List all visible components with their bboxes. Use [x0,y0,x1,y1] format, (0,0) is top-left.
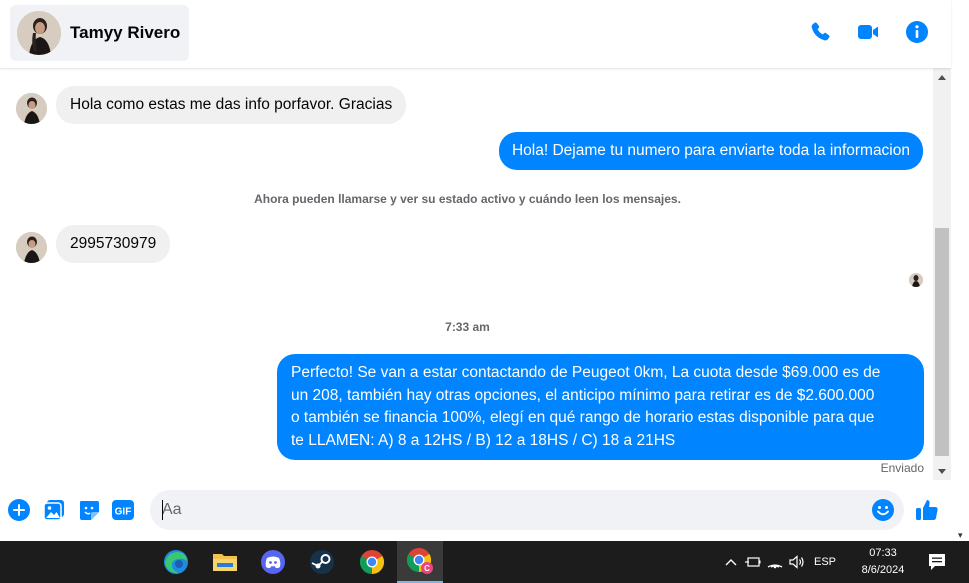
windows-taskbar: C ESP 07:33 8/6/2024 [0,541,969,583]
network-status[interactable] [764,541,786,583]
message-line: te LLAMEN: A) 8 a 12HS / B) 12 a 18HS / … [291,431,676,449]
contact-profile-button[interactable]: Tamyy Rivero [10,5,189,61]
read-receipt-avatar [909,273,923,287]
conversation-header: Tamyy Rivero [0,0,951,68]
phone-call-button[interactable] [807,19,833,45]
more-actions-button[interactable] [7,498,31,522]
gif-label: GIF [115,507,132,518]
resize-caret-icon: ▾ [958,530,963,540]
sticker-button[interactable] [77,498,101,522]
discord-icon [261,550,285,574]
message-list[interactable]: Hola como estas me das info porfavor. Gr… [0,68,951,480]
taskbar-file-explorer[interactable] [202,541,248,583]
chat-notice: Ahora pueden llamarse y ver su estado ac… [254,192,681,206]
contact-name: Tamyy Rivero [70,23,181,42]
chrome-profile-icon: C [406,548,433,574]
clock-time: 07:33 [869,547,897,559]
taskbar-chrome[interactable] [349,541,395,583]
taskbar-steam[interactable] [299,541,345,583]
taskbar-discord[interactable] [250,541,296,583]
incoming-message[interactable]: 2995730979 [56,225,171,263]
message-input[interactable] [162,490,862,530]
scroll-up-arrow[interactable] [933,70,951,84]
scrollbar-thumb[interactable] [935,228,949,456]
folder-icon [213,554,237,571]
chevron-up-icon [725,559,737,566]
attach-photo-button[interactable] [42,498,66,522]
message-line: un 208, también hay otras opciones, el a… [291,386,875,404]
message-composer: GIF [0,480,951,540]
video-camera-icon [858,25,878,39]
gif-icon: GIF [112,500,134,520]
text-caret [162,500,163,520]
incoming-message[interactable]: Hola como estas me das info porfavor. Gr… [56,86,407,124]
plus-circle-icon [8,499,30,521]
taskbar-clock[interactable]: 07:33 8/6/2024 [852,545,914,579]
contact-avatar [17,11,61,55]
smiley-icon [872,499,894,521]
clock-date: 8/6/2024 [861,564,905,576]
message-line: o también se financia 100%, elegí en qué… [291,409,875,426]
video-call-button[interactable] [855,19,881,45]
scroll-down-arrow[interactable] [933,464,951,478]
phone-icon [811,22,830,41]
messenger-window: Tamyy Rivero Hola como estas me das info… [0,0,969,583]
wifi-icon [767,564,783,569]
photo-icon [43,500,64,521]
battery-plug-icon [745,557,761,567]
message-line: Perfecto! Se van a estar contactando de … [291,364,881,381]
thumbs-up-icon [916,500,938,520]
battery-status[interactable] [742,541,764,583]
taskbar-edge[interactable] [153,541,199,583]
chrome-icon [359,550,385,574]
system-tray: ESP [720,541,840,583]
notification-icon [929,554,945,570]
taskbar-chrome-profile[interactable]: C [397,541,443,583]
input-language[interactable]: ESP [810,556,840,568]
svg-text:C: C [424,564,430,573]
outgoing-message[interactable]: Perfecto! Se van a estar contactando de … [277,354,924,460]
info-icon [906,21,928,43]
notification-center-button[interactable] [924,549,950,575]
message-input-container[interactable] [150,490,904,530]
chat-scrollbar[interactable] [933,68,951,480]
outgoing-message[interactable]: Hola! Dejame tu numero para enviarte tod… [498,132,923,170]
send-like-button[interactable] [915,498,939,522]
sender-avatar[interactable] [16,232,47,263]
message-status: Enviado [880,461,924,475]
emoji-button[interactable] [871,498,895,522]
volume-control[interactable] [786,541,808,583]
sender-avatar[interactable] [16,93,47,124]
edge-icon [164,550,188,574]
window-edge [951,0,969,541]
conversation-info-button[interactable] [904,19,930,45]
sticker-icon [80,501,99,520]
message-timestamp: 7:33 am [445,320,490,334]
steam-icon [310,550,334,574]
gif-button[interactable]: GIF [111,498,135,522]
speaker-icon [789,555,804,569]
show-hidden-icons-button[interactable] [720,541,742,583]
